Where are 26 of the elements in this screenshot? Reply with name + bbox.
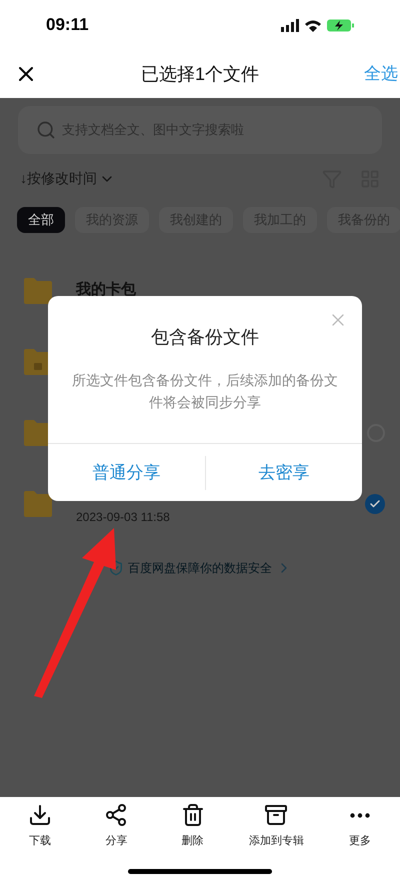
- trash-icon: [180, 803, 204, 827]
- toolbar-button[interactable]: 添加到专辑: [248, 803, 304, 850]
- toolbar-button[interactable]: 下载: [20, 803, 60, 850]
- more-icon: [350, 812, 370, 818]
- sort-label[interactable]: ↓按修改时间: [20, 168, 97, 189]
- file-date: 2023-09-03 11:58: [76, 508, 171, 526]
- dialog-button[interactable]: 去密享: [204, 456, 362, 490]
- toolbar-button[interactable]: 分享: [96, 803, 136, 850]
- download-icon: [28, 803, 52, 827]
- signal-icon: [281, 18, 299, 32]
- share-icon: [104, 803, 128, 827]
- page-title: 已选择1个文件: [141, 62, 259, 86]
- file-name: 我的卡包: [76, 280, 137, 300]
- select-all-button[interactable]: 全选: [364, 61, 400, 87]
- box-icon: [264, 803, 288, 827]
- toolbar-button[interactable]: 删除: [172, 803, 212, 850]
- battery-icon: [327, 18, 354, 32]
- dialog-button[interactable]: 普通分享: [48, 456, 204, 490]
- dialog-title: 包含备份文件: [150, 326, 260, 349]
- security-note[interactable]: 百度网盘保障你的数据安全: [128, 559, 272, 577]
- dialog-message: 所选文件包含备份文件，后续添加的备份文件将会被同步分享: [71, 371, 339, 412]
- filter-chip[interactable]: 全部: [17, 207, 65, 233]
- toolbar-button[interactable]: 更多: [340, 803, 380, 850]
- wifi-icon: [305, 18, 321, 32]
- search-icon: [36, 120, 56, 140]
- status-time: 09:11: [46, 14, 89, 36]
